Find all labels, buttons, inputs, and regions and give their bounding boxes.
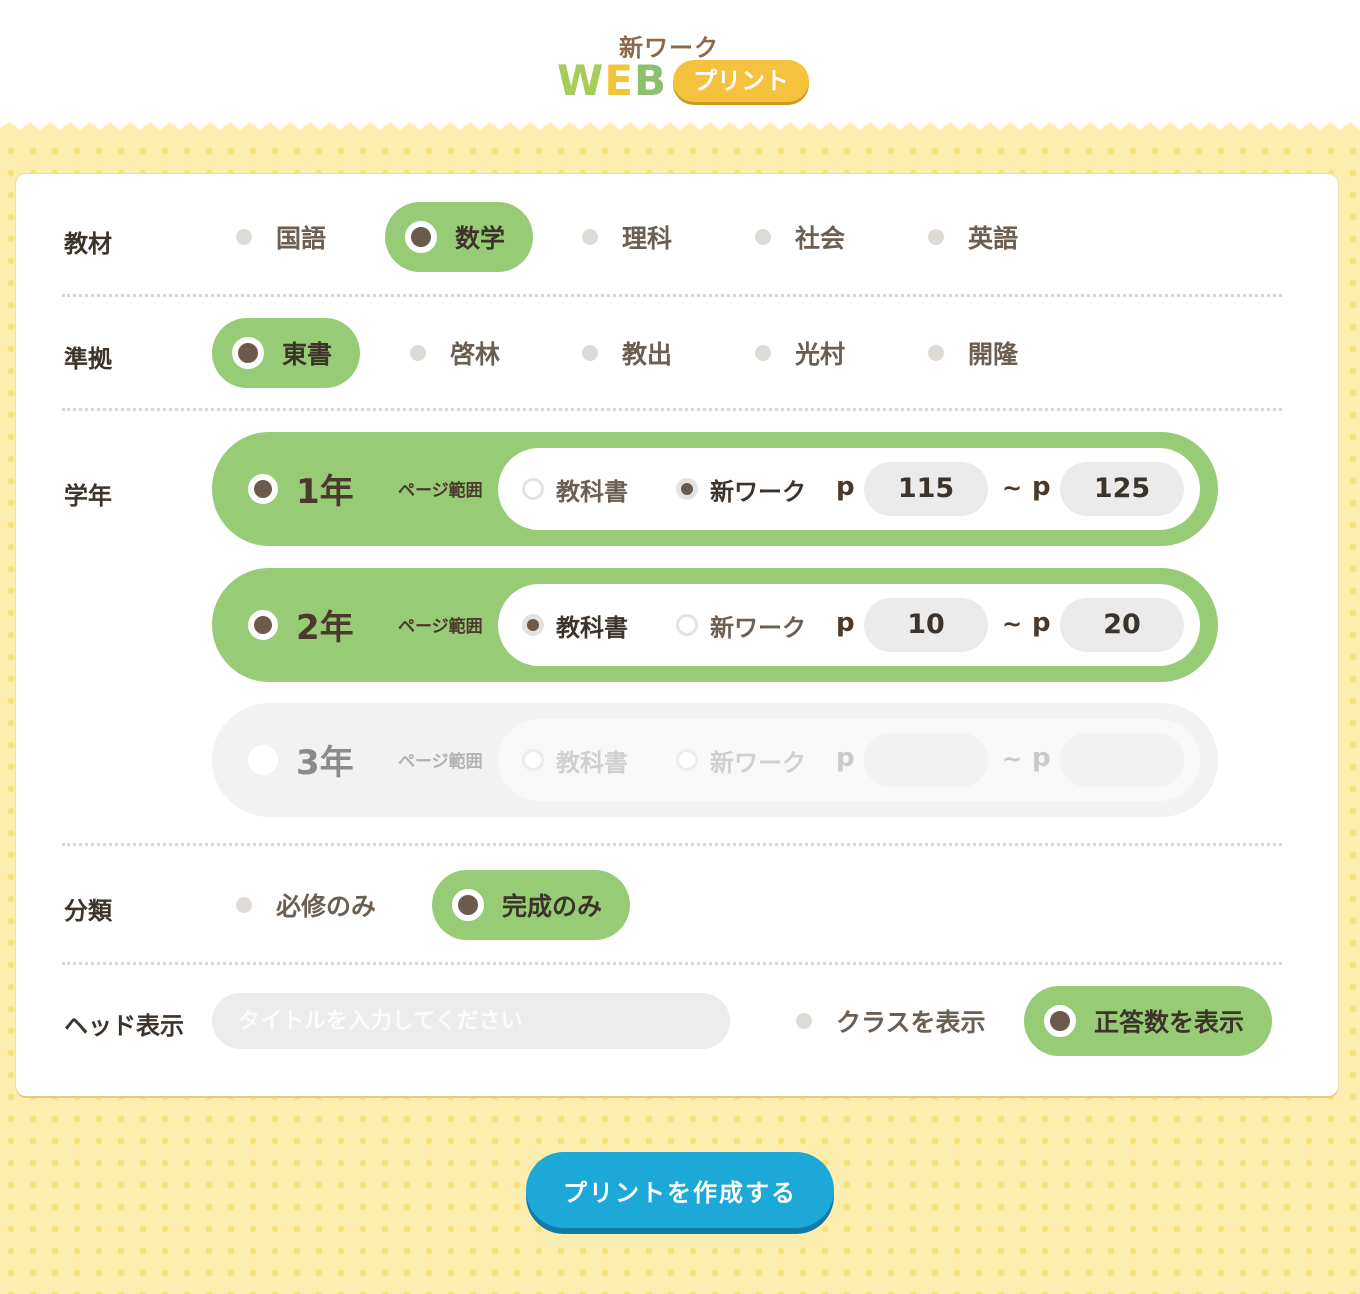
radio-icon — [582, 345, 598, 361]
radio-selected-icon — [522, 614, 544, 636]
radio-selected-icon — [232, 337, 264, 369]
subject-label: 教材 — [64, 230, 112, 258]
page-range-label: ページ範囲 — [398, 481, 483, 501]
category-option-required[interactable]: 必修のみ — [236, 870, 376, 940]
page-prefix-label: p — [1032, 608, 1051, 638]
page-range-panel: 教科書 新ワーク p 115 ~ p 125 — [498, 448, 1200, 530]
radio-icon — [676, 749, 698, 771]
subject-option-english[interactable]: 英語 — [928, 202, 1018, 272]
page-prefix-label: p — [836, 472, 855, 502]
radio-selected-icon — [405, 221, 437, 253]
page-prefix-label: p — [836, 743, 855, 773]
textbook-option-tosho[interactable]: 東書 — [212, 318, 361, 388]
create-print-button[interactable]: プリントを作成する — [526, 1152, 834, 1228]
radio-icon — [928, 229, 944, 245]
source-work-option[interactable]: 新ワーク — [676, 605, 806, 645]
range-tilde: ~ — [1002, 474, 1023, 502]
grade-row-1[interactable]: 1年 ページ範囲 教科書 新ワーク p 115 ~ p 125 — [212, 432, 1218, 546]
radio-icon — [522, 749, 544, 771]
radio-icon[interactable] — [248, 745, 278, 775]
divider — [62, 294, 1282, 297]
radio-icon — [410, 345, 426, 361]
source-textbook-option[interactable]: 教科書 — [522, 740, 628, 780]
logo-badge: プリント — [673, 60, 809, 102]
range-tilde: ~ — [1002, 745, 1023, 773]
page-from-field[interactable] — [864, 733, 988, 787]
source-textbook-option[interactable]: 教科書 — [522, 605, 628, 645]
page-range-panel: 教科書 新ワーク p 10 ~ p 20 — [498, 584, 1200, 666]
source-work-option[interactable]: 新ワーク — [676, 740, 806, 780]
page-from-field[interactable]: 115 — [864, 462, 988, 516]
page-prefix-label: p — [1032, 472, 1051, 502]
divider — [62, 843, 1282, 846]
page-prefix-label: p — [836, 608, 855, 638]
radio-icon — [755, 229, 771, 245]
page-prefix-label: p — [1032, 743, 1051, 773]
radio-selected-icon[interactable] — [248, 474, 278, 504]
app-logo: 新ワーク WEB プリント — [555, 28, 815, 108]
grade-row-3[interactable]: 3年 ページ範囲 教科書 新ワーク p ~ p — [212, 703, 1218, 817]
logo-web: WEB — [557, 56, 668, 105]
show-score-option[interactable]: 正答数を表示 — [1024, 986, 1273, 1056]
title-input[interactable] — [212, 993, 730, 1049]
page-range-label: ページ範囲 — [398, 617, 483, 637]
radio-icon — [236, 897, 252, 913]
grade-label: 学年 — [64, 482, 112, 510]
radio-icon — [796, 1013, 812, 1029]
radio-selected-icon[interactable] — [248, 610, 278, 640]
textbook-option-keirin[interactable]: 啓林 — [410, 318, 500, 388]
radio-selected-icon — [676, 478, 698, 500]
textbook-option-kairyu[interactable]: 開隆 — [928, 318, 1018, 388]
page-range-panel: 教科書 新ワーク p ~ p — [498, 719, 1200, 801]
zigzag-edge — [0, 122, 1360, 144]
show-class-option[interactable]: クラスを表示 — [796, 986, 986, 1056]
textbook-option-mitsumura[interactable]: 光村 — [755, 318, 845, 388]
head-display-label: ヘッド表示 — [64, 1012, 184, 1040]
textbook-option-kyoshutsu[interactable]: 教出 — [582, 318, 672, 388]
page-range-label: ページ範囲 — [398, 752, 483, 772]
radio-selected-icon — [452, 889, 484, 921]
category-label: 分類 — [64, 897, 112, 925]
divider — [62, 962, 1282, 965]
grade-row-2[interactable]: 2年 ページ範囲 教科書 新ワーク p 10 ~ p 20 — [212, 568, 1218, 682]
page-to-field[interactable] — [1060, 733, 1184, 787]
divider — [62, 408, 1282, 411]
radio-icon — [676, 614, 698, 636]
radio-icon — [582, 229, 598, 245]
radio-icon — [522, 478, 544, 500]
grade-name: 1年 — [296, 472, 354, 512]
page-to-field[interactable]: 20 — [1060, 598, 1184, 652]
category-option-complete[interactable]: 完成のみ — [432, 870, 631, 940]
subject-option-social[interactable]: 社会 — [755, 202, 845, 272]
radio-selected-icon — [1044, 1005, 1076, 1037]
grade-name: 2年 — [296, 608, 354, 648]
source-textbook-option[interactable]: 教科書 — [522, 469, 628, 509]
subject-option-science[interactable]: 理科 — [582, 202, 672, 272]
subject-option-math[interactable]: 数学 — [385, 202, 534, 272]
grade-name: 3年 — [296, 743, 354, 783]
subject-option-japanese[interactable]: 国語 — [236, 202, 326, 272]
radio-icon — [755, 345, 771, 361]
radio-icon — [236, 229, 252, 245]
textbook-label: 準拠 — [64, 345, 112, 373]
range-tilde: ~ — [1002, 610, 1023, 638]
radio-icon — [928, 345, 944, 361]
source-work-option[interactable]: 新ワーク — [676, 469, 806, 509]
page-to-field[interactable]: 125 — [1060, 462, 1184, 516]
page-from-field[interactable]: 10 — [864, 598, 988, 652]
